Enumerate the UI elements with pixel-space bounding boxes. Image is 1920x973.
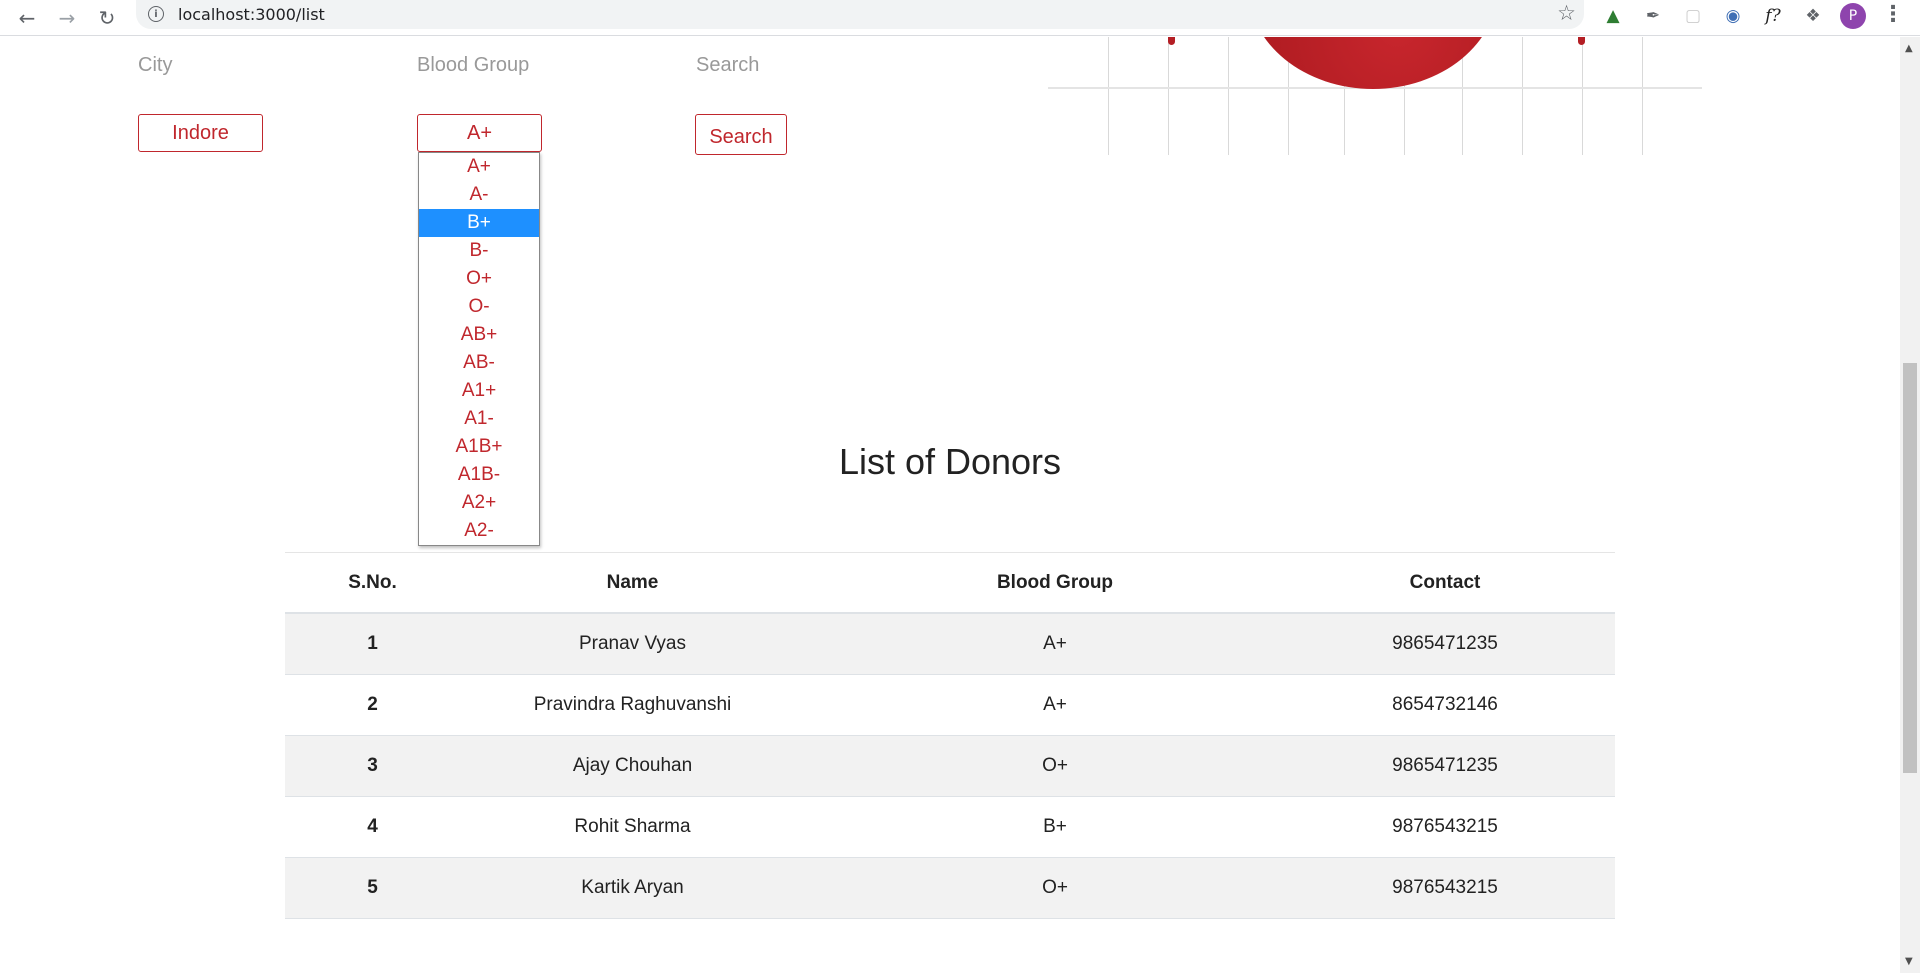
- page-scrollbar[interactable]: ▲ ▼: [1900, 37, 1920, 973]
- cell-sno: 5: [367, 877, 378, 898]
- blood-group-label: Blood Group: [417, 54, 530, 76]
- cell-sno: 1: [367, 633, 378, 654]
- reload-icon[interactable]: ↻: [92, 3, 122, 33]
- cell-contact: 9876543215: [1392, 877, 1498, 898]
- cell-name: Pranav Vyas: [578, 633, 686, 654]
- cell-contact: 8654732146: [1392, 694, 1498, 715]
- option-a1-pos[interactable]: A1+: [419, 377, 539, 405]
- search-button[interactable]: Search: [695, 114, 787, 155]
- city-label: City: [138, 54, 173, 76]
- table-row: 5 Kartik Aryan O+ 9876543215: [285, 858, 1615, 919]
- table-row: 4 Rohit Sharma B+ 9876543215: [285, 797, 1615, 858]
- eyedropper-extension-icon[interactable]: ✒: [1638, 2, 1668, 30]
- option-b-pos[interactable]: B+: [419, 209, 539, 237]
- header-contact: Contact: [1409, 571, 1481, 593]
- extension-icon[interactable]: ◉: [1718, 2, 1748, 30]
- cell-sno: 3: [367, 755, 378, 776]
- cell-blood-group: O+: [1042, 755, 1068, 776]
- cell-sno: 4: [367, 816, 378, 837]
- option-a1-neg[interactable]: A1-: [419, 405, 539, 433]
- html-tree-extension-icon[interactable]: ▲: [1598, 2, 1628, 30]
- table-row: 1 Pranav Vyas A+ 9865471235: [285, 614, 1615, 675]
- bookmark-star-icon[interactable]: ☆: [1557, 1, 1576, 25]
- scrollbar-thumb[interactable]: [1903, 363, 1917, 773]
- url-text: localhost:3000/list: [178, 5, 325, 24]
- option-a2-neg[interactable]: A2-: [419, 517, 539, 545]
- table-header-row: S.No. Name Blood Group Contact: [285, 552, 1615, 614]
- address-bar[interactable]: i localhost:3000/list ☆: [136, 0, 1584, 29]
- header-blood-group: Blood Group: [996, 571, 1114, 593]
- option-a-neg[interactable]: A-: [419, 181, 539, 209]
- scroll-up-arrow-icon[interactable]: ▲: [1905, 43, 1913, 54]
- font-extension-icon[interactable]: f?: [1758, 2, 1788, 30]
- site-info-icon[interactable]: i: [148, 6, 164, 22]
- cell-name: Rohit Sharma: [574, 816, 691, 837]
- back-icon[interactable]: ←: [12, 3, 42, 33]
- option-a2-pos[interactable]: A2+: [419, 489, 539, 517]
- option-ab-neg[interactable]: AB-: [419, 349, 539, 377]
- cell-sno: 2: [367, 694, 378, 715]
- forward-icon[interactable]: →: [52, 3, 82, 33]
- search-label: Search: [696, 54, 760, 76]
- blood-group-dropdown-list: A+ A- B+ B- O+ O- AB+ AB- A1+ A1- A1B+ A…: [418, 152, 540, 546]
- header-name: Name: [606, 571, 659, 593]
- cell-name: Ajay Chouhan: [572, 755, 693, 776]
- table-row: 3 Ajay Chouhan O+ 9865471235: [285, 736, 1615, 797]
- cell-blood-group: A+: [1043, 694, 1067, 715]
- city-select[interactable]: Indore: [138, 114, 263, 152]
- page-content: City Blood Group Search Indore A+ Search…: [0, 37, 1900, 973]
- puzzle-extensions-icon[interactable]: ❖: [1798, 2, 1828, 30]
- header-sno: S.No.: [348, 571, 397, 593]
- table-row: 2 Pravindra Raghuvanshi A+ 8654732146: [285, 675, 1615, 736]
- option-a-pos[interactable]: A+: [419, 153, 539, 181]
- hero-image: [1048, 37, 1702, 155]
- profile-avatar[interactable]: P: [1840, 3, 1866, 29]
- cell-contact: 9865471235: [1392, 755, 1498, 776]
- menu-dots-icon[interactable]: ⋮: [1882, 2, 1904, 27]
- scroll-down-arrow-icon[interactable]: ▼: [1905, 956, 1913, 967]
- cell-blood-group: A+: [1043, 633, 1067, 654]
- cell-blood-group: B+: [1043, 816, 1067, 837]
- cell-contact: 9865471235: [1392, 633, 1498, 654]
- extension-icon[interactable]: ▢: [1678, 2, 1708, 30]
- browser-toolbar: ← → ↻ i localhost:3000/list ☆ ▲ ✒ ▢ ◉ f?…: [0, 0, 1920, 36]
- cell-name: Kartik Aryan: [581, 877, 684, 898]
- cell-blood-group: O+: [1042, 877, 1068, 898]
- blood-drop-image: [1248, 37, 1498, 89]
- option-ab-pos[interactable]: AB+: [419, 321, 539, 349]
- option-b-neg[interactable]: B-: [419, 237, 539, 265]
- option-o-neg[interactable]: O-: [419, 293, 539, 321]
- blood-group-select[interactable]: A+: [417, 114, 542, 152]
- option-o-pos[interactable]: O+: [419, 265, 539, 293]
- cell-contact: 9876543215: [1392, 816, 1498, 837]
- page-title: List of Donors: [838, 441, 1062, 482]
- donors-table: S.No. Name Blood Group Contact 1 Pranav …: [285, 552, 1615, 919]
- cell-name: Pravindra Raghuvanshi: [533, 694, 732, 715]
